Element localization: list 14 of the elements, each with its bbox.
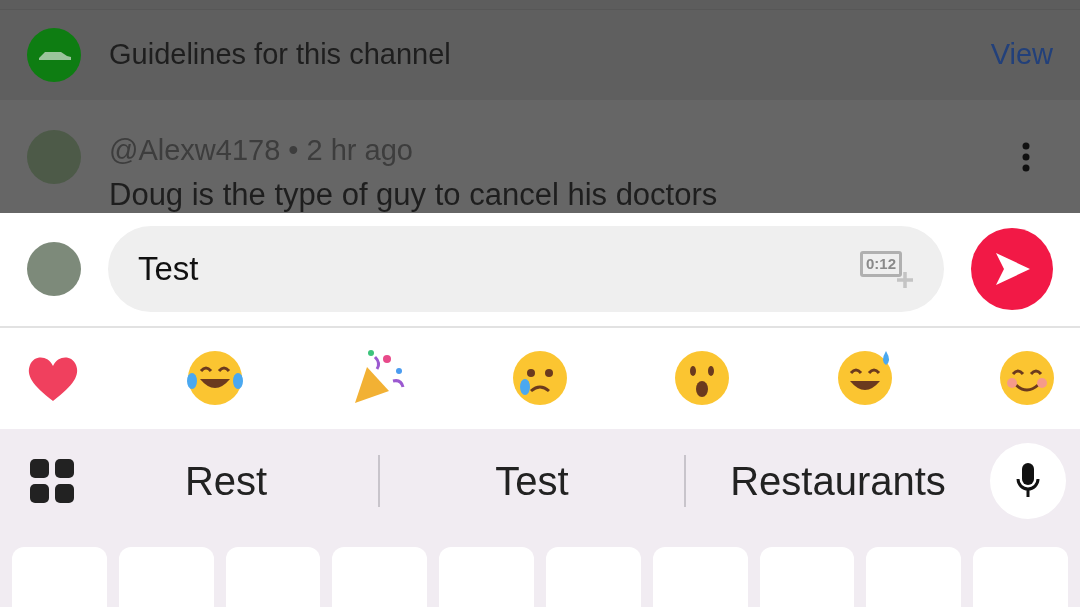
word-suggestion[interactable]: Test (380, 451, 684, 511)
channel-logo-icon (27, 27, 81, 82)
plus-icon (896, 271, 914, 290)
meta-separator: • (288, 133, 299, 167)
guidelines-text: Guidelines for this channel (109, 38, 452, 72)
microphone-icon (1016, 463, 1040, 499)
word-suggestion[interactable]: Restaurants (686, 451, 990, 511)
word-suggestion[interactable]: Rest (74, 451, 378, 511)
comment-input-field[interactable]: Test 0:12 (108, 226, 944, 313)
commenter-avatar (27, 129, 81, 184)
comment-text: Doug is the type of guy to cancel his doctors (109, 176, 719, 213)
apps-grid-icon[interactable] (30, 459, 74, 503)
more-options-icon[interactable] (1021, 141, 1031, 172)
user-avatar (27, 242, 81, 297)
